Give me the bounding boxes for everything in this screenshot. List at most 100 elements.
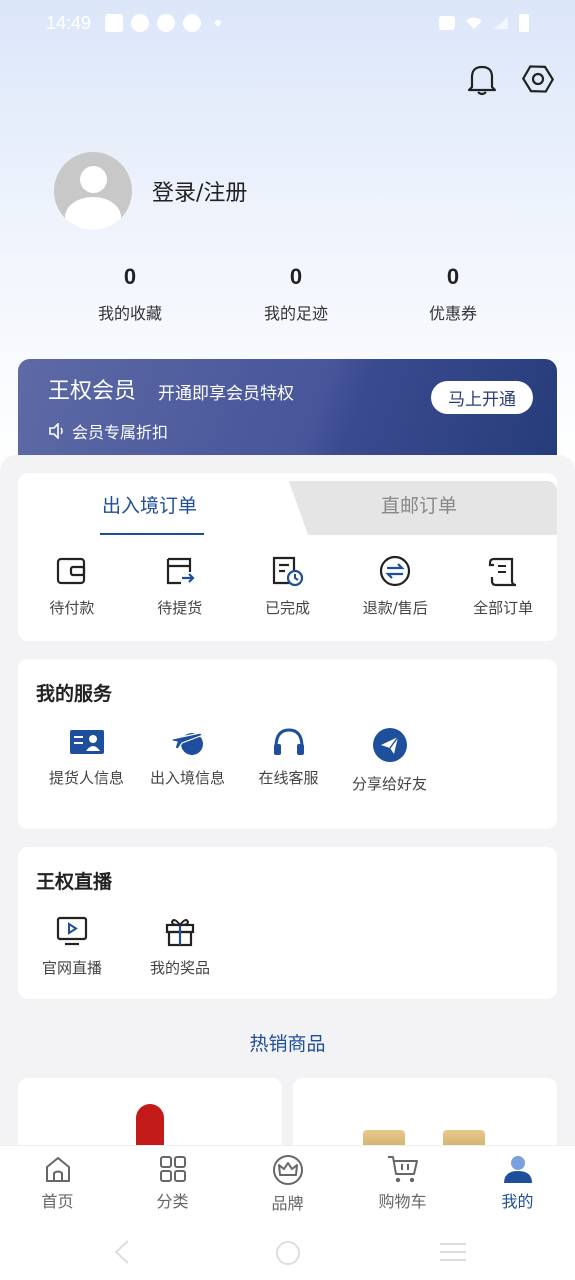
order-item-label: 退款/售后 [362, 599, 428, 617]
wallet-icon [56, 557, 85, 585]
speaker-icon [49, 423, 63, 439]
notification-icon [157, 14, 176, 32]
notification-icon [131, 14, 150, 32]
stat-value: 0 [289, 264, 303, 289]
order-all[interactable]: 全部订单 [449, 555, 557, 618]
bell-icon[interactable] [465, 62, 499, 96]
crown-icon [272, 1155, 303, 1185]
home-circle-icon[interactable] [274, 1239, 302, 1267]
cart-icon [387, 1156, 418, 1183]
nav-brand[interactable]: 品牌 [230, 1146, 345, 1225]
more-dot-icon [215, 20, 222, 26]
tv-play-icon [56, 916, 88, 946]
service-label: 分享给好友 [351, 775, 427, 793]
services-card: 我的服务 提货人信息 出入境信息 在线客服 分享给好友 [18, 659, 557, 829]
service-entry-exit-info[interactable]: 出入境信息 [137, 727, 238, 794]
order-status-row: 待付款 待提货 已完成 退款/售后 全部订单 [18, 555, 557, 618]
stat-label: 我的足迹 [263, 304, 328, 323]
tab-underline [100, 533, 204, 535]
vip-subtitle: 开通即享会员特权 [158, 384, 294, 404]
pickup-icon [166, 557, 195, 585]
nav-mine[interactable]: 我的 [460, 1146, 575, 1225]
share-icon [372, 728, 407, 762]
nav-label: 分类 [156, 1192, 189, 1211]
category-icon [159, 1156, 186, 1182]
login-register-link[interactable]: 登录/注册 [152, 175, 247, 207]
back-icon[interactable] [112, 1239, 132, 1265]
mail-icon [105, 14, 124, 32]
order-pending-pickup[interactable]: 待提货 [126, 555, 234, 618]
stat-label: 我的收藏 [97, 304, 162, 323]
live-title: 王权直播 [36, 871, 113, 893]
wifi-icon [466, 17, 482, 29]
vip-tag-label: 会员专属折扣 [72, 423, 169, 442]
profile-section[interactable]: 登录/注册 [54, 152, 247, 230]
services-title: 我的服务 [36, 683, 113, 705]
refund-icon [380, 555, 411, 587]
bottom-navigation: 首页 分类 品牌 购物车 我的 [0, 1145, 575, 1225]
stat-favorites[interactable]: 0 我的收藏 [60, 264, 200, 324]
nav-cart[interactable]: 购物车 [345, 1146, 460, 1225]
order-item-label: 待提货 [157, 599, 203, 617]
vip-banner[interactable]: 王权会员 开通即享会员特权 会员专属折扣 马上开通 [18, 359, 557, 469]
system-navigation-bar [0, 1225, 575, 1280]
vip-title: 王权会员 [48, 379, 137, 404]
all-orders-icon [488, 557, 517, 587]
service-label: 出入境信息 [149, 769, 225, 787]
nav-category[interactable]: 分类 [115, 1146, 230, 1225]
stat-label: 优惠券 [428, 304, 477, 323]
tab-cross-border-orders[interactable]: 出入境订单 [102, 491, 197, 518]
nav-label: 购物车 [378, 1192, 427, 1211]
stats-row: 0 我的收藏 0 我的足迹 0 优惠券 [0, 264, 575, 334]
avatar[interactable] [54, 152, 132, 230]
live-my-prizes[interactable]: 我的奖品 [126, 915, 234, 978]
home-icon [45, 1157, 70, 1182]
notification-icon [183, 14, 202, 32]
completed-icon [273, 556, 304, 587]
service-picker-info[interactable]: 提货人信息 [36, 727, 137, 794]
service-label: 在线客服 [258, 769, 319, 787]
stat-value: 0 [123, 264, 137, 289]
order-item-label: 全部订单 [473, 599, 534, 617]
settings-icon[interactable] [521, 62, 555, 96]
order-completed[interactable]: 已完成 [234, 555, 342, 618]
status-bar: 14:49 [0, 0, 575, 46]
stat-footprints[interactable]: 0 我的足迹 [226, 264, 366, 324]
service-share-friends[interactable]: 分享给好友 [339, 727, 440, 794]
live-row: 官网直播 我的奖品 [18, 915, 234, 978]
nav-label: 品牌 [271, 1194, 304, 1213]
order-item-label: 已完成 [264, 599, 310, 617]
live-label: 官网直播 [41, 959, 102, 977]
status-time: 14:49 [46, 12, 92, 33]
battery-icon [519, 14, 529, 32]
services-row: 提货人信息 出入境信息 在线客服 分享给好友 [36, 727, 440, 794]
live-official-stream[interactable]: 官网直播 [18, 915, 126, 978]
header-actions [465, 62, 555, 96]
service-online-support[interactable]: 在线客服 [238, 727, 339, 794]
gift-icon [165, 919, 195, 947]
stat-value: 0 [446, 264, 460, 289]
live-label: 我的奖品 [149, 959, 210, 977]
nav-home[interactable]: 首页 [0, 1146, 115, 1225]
user-icon [503, 1156, 532, 1183]
order-tabs: 出入境订单 直邮订单 [18, 473, 557, 535]
order-refund[interactable]: 退款/售后 [341, 555, 449, 618]
signal-icon [494, 17, 508, 29]
nav-label: 我的 [501, 1192, 534, 1211]
live-card: 王权直播 官网直播 我的奖品 [18, 847, 557, 999]
recents-icon[interactable] [438, 1241, 468, 1263]
tab-direct-mail-orders[interactable]: 直邮订单 [381, 491, 457, 518]
airplane-icon [170, 732, 204, 755]
vip-open-button[interactable]: 马上开通 [431, 381, 533, 414]
order-item-label: 待付款 [49, 599, 95, 617]
nav-label: 首页 [41, 1192, 74, 1211]
service-label: 提货人信息 [48, 769, 124, 787]
vip-tag: 会员专属折扣 [48, 419, 168, 443]
hot-products-title: 热销商品 [249, 1033, 326, 1055]
stat-coupons[interactable]: 0 优惠券 [383, 264, 523, 324]
vibrate-icon [439, 16, 455, 30]
id-card-icon [69, 730, 104, 754]
headset-icon [273, 728, 304, 755]
orders-card: 出入境订单 直邮订单 待付款 待提货 已完成 退款/售后 全部订单 [18, 473, 557, 641]
order-pending-payment[interactable]: 待付款 [18, 555, 126, 618]
